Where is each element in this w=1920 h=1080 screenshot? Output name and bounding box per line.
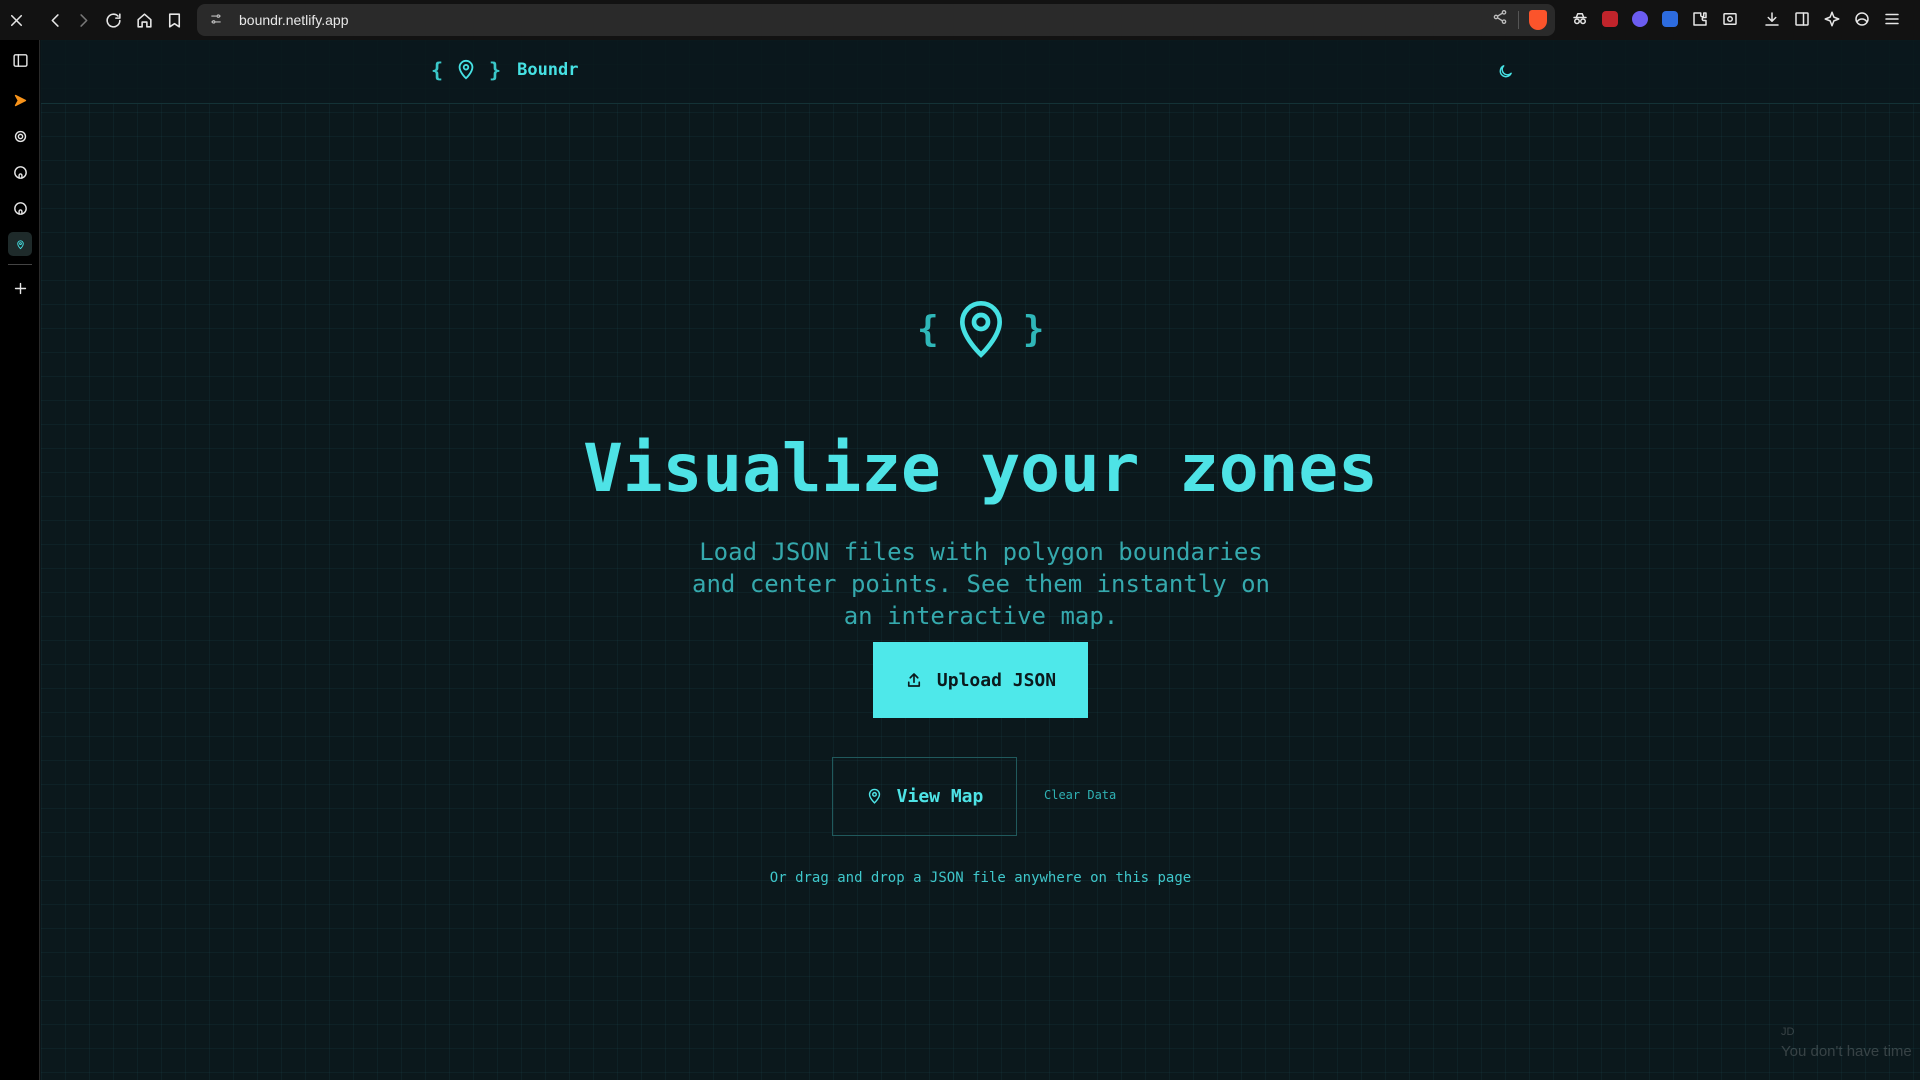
forward-icon[interactable]	[70, 7, 96, 33]
ext-purple-icon[interactable]	[1658, 7, 1682, 31]
watermark: JD You don't have time	[1781, 1022, 1912, 1062]
hero-logo: { }	[917, 298, 1044, 360]
close-icon[interactable]	[3, 7, 29, 33]
extensions-icon[interactable]	[1688, 7, 1712, 31]
brand-name: Boundr	[517, 60, 579, 80]
map-pin-icon	[868, 788, 880, 804]
ext-blue-icon[interactable]	[1628, 7, 1652, 31]
app-header: { } Boundr	[41, 40, 1920, 104]
sidebar-divider	[8, 264, 32, 265]
hero-brace-close: }	[1022, 308, 1045, 350]
boundr-tab-icon[interactable]	[8, 232, 32, 256]
extensions-tray	[1568, 7, 1904, 31]
theme-toggle-button[interactable]	[1497, 63, 1517, 83]
incognito-ext-icon[interactable]	[1568, 7, 1592, 31]
profile-icon[interactable]	[1850, 7, 1874, 31]
moon-icon	[1497, 65, 1514, 84]
brave-shields-icon[interactable]	[1529, 9, 1547, 30]
screenshot-icon[interactable]	[1718, 7, 1742, 31]
logo[interactable]: { } Boundr	[431, 58, 579, 82]
bookmark-icon[interactable]	[161, 7, 187, 33]
map-pin-icon	[953, 298, 1009, 360]
site-info-icon[interactable]	[209, 12, 225, 28]
hero-brace-open: {	[917, 308, 939, 350]
url-text[interactable]: boundr.netlify.app	[239, 12, 349, 28]
map-pin-icon	[455, 59, 477, 81]
boundr-page: { } Boundr { } Visualize your zones Load…	[41, 40, 1920, 1080]
sidebar-panel-icon[interactable]	[8, 48, 32, 72]
logo-brace-close: }	[489, 58, 502, 82]
back-icon[interactable]	[42, 7, 68, 33]
leo-ai-icon[interactable]	[1820, 7, 1844, 31]
hero-title: Visualize your zones	[583, 430, 1378, 507]
upload-json-label: Upload JSON	[936, 669, 1057, 691]
download-icon[interactable]	[1760, 7, 1784, 31]
upload-json-button[interactable]: Upload JSON	[873, 642, 1088, 718]
divider	[1518, 10, 1519, 29]
view-map-button[interactable]: View Map	[832, 757, 1017, 836]
github-icon-2[interactable]	[8, 196, 32, 220]
chatgpt-icon[interactable]	[8, 124, 32, 148]
logo-brace-open: {	[431, 58, 444, 82]
reload-icon[interactable]	[100, 7, 126, 33]
view-map-label: View Map	[896, 786, 984, 807]
browser-sidebar	[0, 40, 40, 1080]
sidebar-toggle-icon[interactable]	[1790, 7, 1814, 31]
clear-data-button[interactable]: Clear Data	[1044, 788, 1116, 802]
drop-hint: Or drag and drop a JSON file anywhere on…	[769, 870, 1192, 886]
address-bar[interactable]: boundr.netlify.app	[197, 4, 1555, 36]
home-icon[interactable]	[131, 7, 157, 33]
brave-rewards-icon[interactable]	[8, 88, 32, 112]
hero-subtitle: Load JSON files with polygon boundaries …	[692, 538, 1270, 630]
ublock-icon[interactable]	[1598, 7, 1622, 31]
upload-icon	[907, 673, 920, 687]
add-icon[interactable]	[8, 276, 32, 300]
browser-toolbar: boundr.netlify.app	[0, 0, 1920, 40]
watermark-initials: JD	[1781, 1026, 1795, 1038]
menu-icon[interactable]	[1880, 7, 1904, 31]
github-icon[interactable]	[8, 160, 32, 184]
share-icon[interactable]	[1492, 9, 1508, 30]
watermark-text: You don't have time	[1781, 1043, 1912, 1060]
